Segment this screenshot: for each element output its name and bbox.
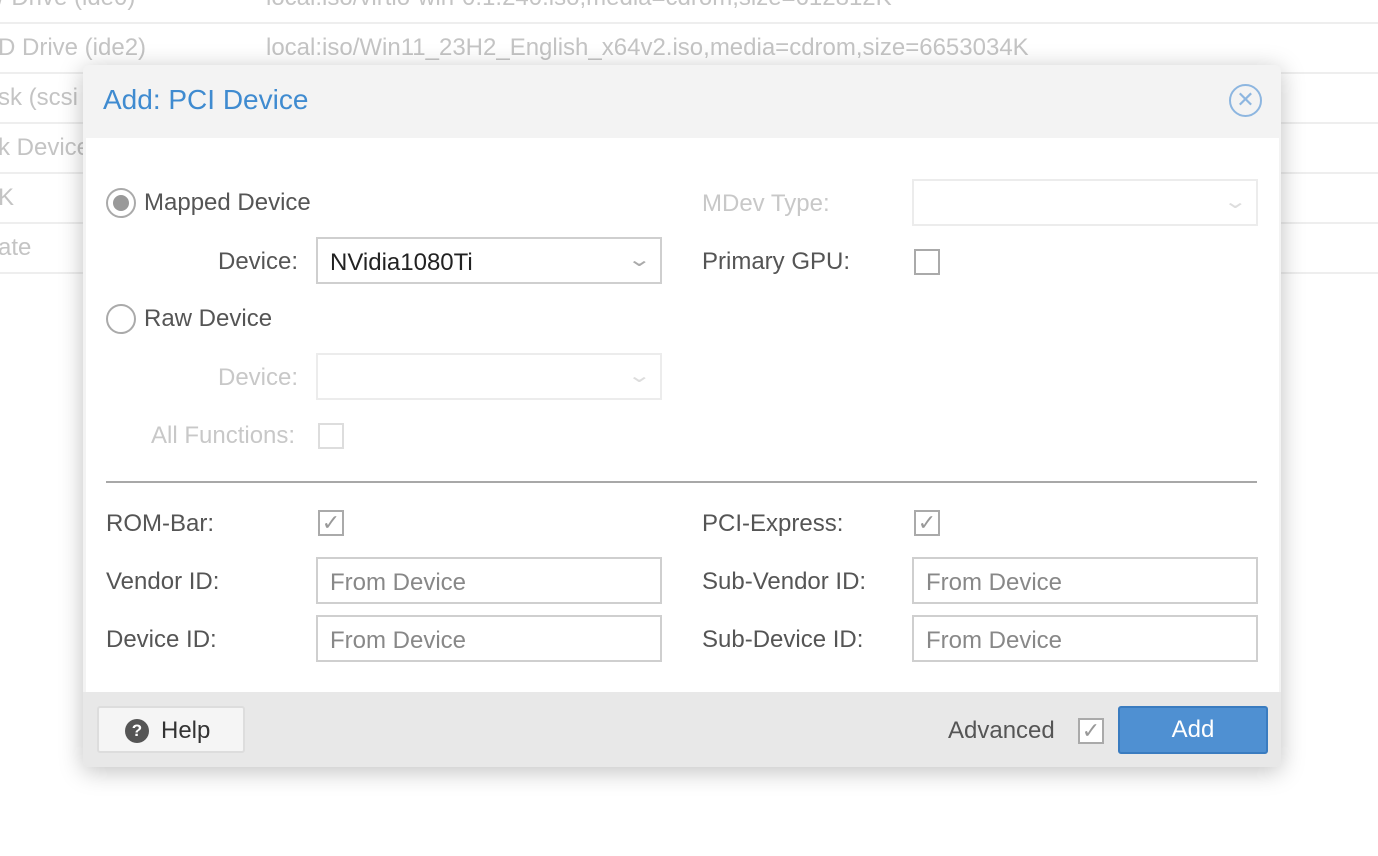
row-key: ate [0, 234, 32, 261]
row-key: sk (scsi [0, 84, 78, 111]
dialog-body: Mapped Device Device: NVidia1080Ti ⌄ Raw … [83, 65, 1281, 692]
raw-device-radio[interactable] [106, 304, 136, 334]
row-key: D Drive (ide2) [0, 34, 147, 61]
divider [106, 481, 1257, 483]
primary-gpu-checkbox[interactable] [914, 249, 940, 275]
row-key: K [0, 184, 15, 211]
help-button[interactable]: ? Help [97, 706, 245, 753]
sub-vendor-id-input[interactable]: From Device [912, 557, 1258, 604]
close-icon[interactable]: ✕ [1229, 84, 1262, 117]
device-id-input[interactable]: From Device [316, 615, 662, 662]
sub-device-id-input[interactable]: From Device [912, 615, 1258, 662]
chevron-down-icon: ⌄ [1223, 191, 1249, 213]
device-id-placeholder: From Device [330, 627, 467, 654]
advanced-label: Advanced [948, 717, 1055, 744]
row-key: / Drive (ide0) [0, 0, 135, 12]
raw-device-select[interactable]: ⌄ [316, 353, 662, 400]
device-id-label: Device ID: [106, 626, 217, 653]
vendor-id-label: Vendor ID: [106, 568, 220, 595]
pci-express-checkbox[interactable]: ✓ [914, 510, 940, 536]
device-value: NVidia1080Ti [330, 249, 473, 276]
vendor-id-placeholder: From Device [330, 569, 467, 596]
row-key: k Device [0, 134, 91, 161]
help-icon: ? [125, 719, 149, 743]
mapped-device-label: Mapped Device [144, 189, 311, 216]
raw-device-label: Raw Device [144, 305, 273, 332]
device-label: Device: [218, 248, 299, 275]
chevron-down-icon: ⌄ [627, 365, 653, 387]
raw-device-device-label: Device: [218, 364, 299, 391]
add-button[interactable]: Add [1118, 706, 1268, 754]
sub-vendor-id-placeholder: From Device [926, 569, 1063, 596]
sub-device-id-label: Sub-Device ID: [702, 626, 864, 653]
mdev-type-label: MDev Type: [702, 190, 830, 217]
primary-gpu-label: Primary GPU: [702, 248, 851, 275]
row-value: local:iso/Win11_23H2_English_x64v2.iso,m… [266, 34, 1029, 61]
pci-express-label: PCI-Express: [702, 510, 844, 537]
device-select[interactable]: NVidia1080Ti ⌄ [316, 237, 662, 284]
table-row: / Drive (ide0) local:iso/virtio-win-0.1.2… [0, 0, 1378, 24]
help-label: Help [161, 717, 211, 744]
advanced-checkbox[interactable]: ✓ [1078, 718, 1104, 744]
all-functions-checkbox[interactable] [318, 423, 344, 449]
sub-vendor-id-label: Sub-Vendor ID: [702, 568, 867, 595]
vendor-id-input[interactable]: From Device [316, 557, 662, 604]
mapped-device-radio[interactable] [106, 188, 136, 218]
rom-bar-checkbox[interactable]: ✓ [318, 510, 344, 536]
chevron-down-icon: ⌄ [627, 249, 653, 271]
rom-bar-label: ROM-Bar: [106, 510, 214, 537]
add-pci-device-dialog: Add: PCI Device ✕ Mapped Device Device: … [83, 65, 1281, 767]
sub-device-id-placeholder: From Device [926, 627, 1063, 654]
all-functions-label: All Functions: [151, 422, 296, 449]
dialog-footer: ? Help Advanced ✓ Add [83, 692, 1281, 767]
row-value: local:iso/virtio-win-0.1.240.iso,media=c… [266, 0, 892, 12]
mdev-type-select[interactable]: ⌄ [912, 179, 1258, 226]
